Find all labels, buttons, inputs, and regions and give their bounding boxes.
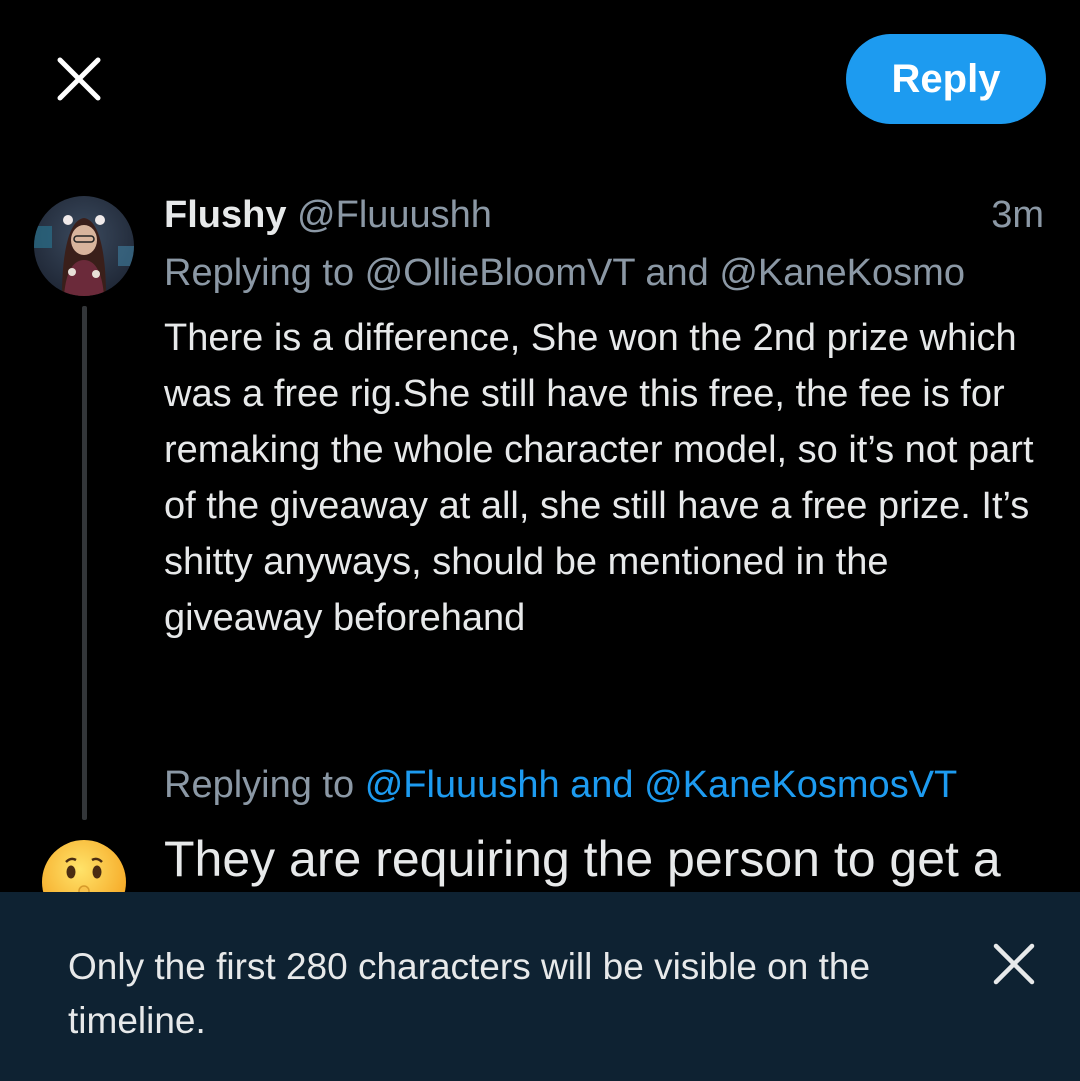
reply-button[interactable]: Reply bbox=[846, 34, 1046, 124]
tweet-text: There is a difference, She won the 2nd p… bbox=[164, 317, 1034, 639]
compose-replying-to[interactable]: Replying to @Fluuushh and @KaneKosmosVT bbox=[164, 760, 1064, 810]
user-handle[interactable]: @Fluuushh bbox=[297, 194, 492, 236]
thread-line bbox=[82, 306, 87, 820]
avatar[interactable] bbox=[34, 196, 134, 296]
tweet-time: 3m bbox=[991, 194, 1044, 236]
replying-to: Replying to @OllieBloomVT and @KaneKosmo bbox=[164, 252, 965, 294]
toast-message: Only the first 280 characters will be vi… bbox=[68, 946, 871, 1041]
close-button[interactable] bbox=[50, 50, 108, 108]
compose-input[interactable]: They are requiring the person to get a bbox=[164, 826, 1064, 892]
close-icon bbox=[57, 57, 101, 101]
toast-close-button[interactable] bbox=[986, 936, 1042, 992]
replying-mentions[interactable]: @Fluuushh and @KaneKosmosVT bbox=[365, 764, 958, 806]
display-name[interactable]: Flushy bbox=[164, 194, 286, 236]
replying-label: Replying to bbox=[164, 764, 355, 806]
tweet-header: Flushy @Fluuushh 3m bbox=[164, 190, 1044, 240]
close-icon bbox=[993, 943, 1035, 985]
